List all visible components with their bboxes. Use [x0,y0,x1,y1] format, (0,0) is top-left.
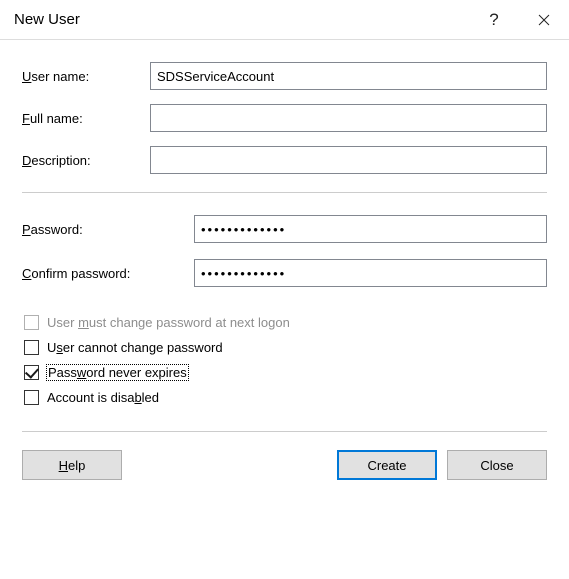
confirm-password-input[interactable] [194,259,547,287]
cannot-change-row[interactable]: User cannot change password [22,340,547,355]
description-input[interactable] [150,146,547,174]
account-disabled-checkbox[interactable] [24,390,39,405]
confirm-password-label: Confirm password: [22,266,194,281]
close-icon[interactable] [519,0,569,40]
account-disabled-label: Account is disabled [47,390,159,405]
must-change-row: User must change password at next logon [22,315,547,330]
fullname-input[interactable] [150,104,547,132]
never-expires-checkbox[interactable] [24,365,39,380]
must-change-checkbox [24,315,39,330]
close-button[interactable]: Close [447,450,547,480]
never-expires-row[interactable]: Password never expires [22,365,547,380]
username-input[interactable] [150,62,547,90]
username-label: User name: [22,69,150,84]
divider-bottom [22,431,547,432]
help-button[interactable]: Help [22,450,122,480]
cannot-change-label: User cannot change password [47,340,223,355]
window-title: New User [14,11,469,28]
titlebar: New User ? [0,0,569,40]
description-label: Description: [22,153,150,168]
password-input[interactable] [194,215,547,243]
divider [22,192,547,193]
must-change-label: User must change password at next logon [47,315,290,330]
create-button[interactable]: Create [337,450,437,480]
help-icon[interactable]: ? [469,0,519,40]
never-expires-label: Password never expires [47,365,188,380]
fullname-label: Full name: [22,111,150,126]
password-label: Password: [22,222,194,237]
cannot-change-checkbox[interactable] [24,340,39,355]
account-disabled-row[interactable]: Account is disabled [22,390,547,405]
